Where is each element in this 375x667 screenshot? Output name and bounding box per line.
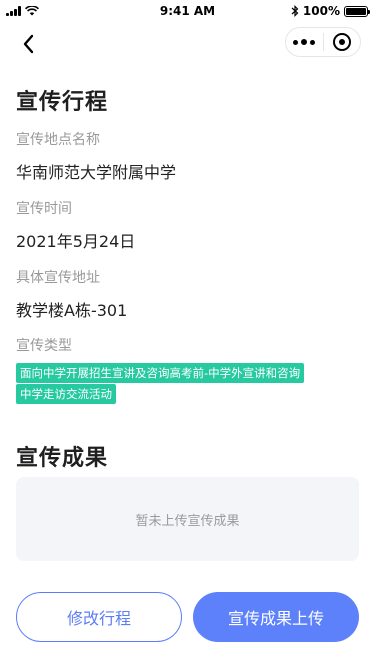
results-title: 宣传成果 <box>16 446 109 471</box>
type-tag: 中学走访交流活动 <box>16 384 116 404</box>
battery-percent: 100% <box>302 4 340 18</box>
type-tag: 面向中学开展招生宣讲及咨询高考前-中学外宣讲和咨询 <box>16 363 305 383</box>
edit-itinerary-button[interactable]: 修改行程 <box>16 592 182 642</box>
upload-results-button[interactable]: 宣传成果上传 <box>193 592 359 642</box>
field-label: 宣传时间 <box>16 201 72 217</box>
field-value: 华南师范大学附属中学 <box>16 163 177 182</box>
battery-icon <box>344 5 370 17</box>
page-title: 宣传行程 <box>16 90 109 115</box>
status-right: 100% <box>291 4 370 18</box>
bluetooth-icon <box>291 5 299 17</box>
status-left <box>6 6 39 16</box>
empty-state-text: 暂未上传宣传成果 <box>135 513 240 529</box>
field-type: 宣传类型 <box>16 335 72 355</box>
field-label: 宣传类型 <box>16 338 72 354</box>
mini-program-capsule <box>285 27 361 57</box>
field-time: 宣传时间 2021年5月24日 <box>16 198 135 252</box>
signal-icon <box>6 6 21 16</box>
field-value: 教学楼A栋-301 <box>16 301 128 320</box>
target-circle-icon <box>332 33 351 51</box>
field-label: 具体宣传地址 <box>16 270 100 286</box>
field-value: 2021年5月24日 <box>16 232 136 251</box>
type-tags: 面向中学开展招生宣讲及咨询高考前-中学外宣讲和咨询 中学走访交流活动 <box>16 362 305 404</box>
close-button[interactable] <box>324 28 361 56</box>
back-button[interactable] <box>14 30 42 58</box>
wifi-icon <box>25 6 39 16</box>
nav-bar <box>0 22 375 62</box>
field-label: 宣传地点名称 <box>16 132 100 148</box>
more-dots-icon <box>293 39 316 45</box>
field-location-name: 宣传地点名称 华南师范大学附属中学 <box>16 129 176 183</box>
more-button[interactable] <box>286 28 323 56</box>
chevron-left-icon <box>23 34 34 54</box>
status-bar: 9:41 AM 100% <box>0 0 375 22</box>
field-address: 具体宣传地址 教学楼A栋-301 <box>16 267 127 321</box>
results-empty-state: 暂未上传宣传成果 <box>16 477 359 561</box>
